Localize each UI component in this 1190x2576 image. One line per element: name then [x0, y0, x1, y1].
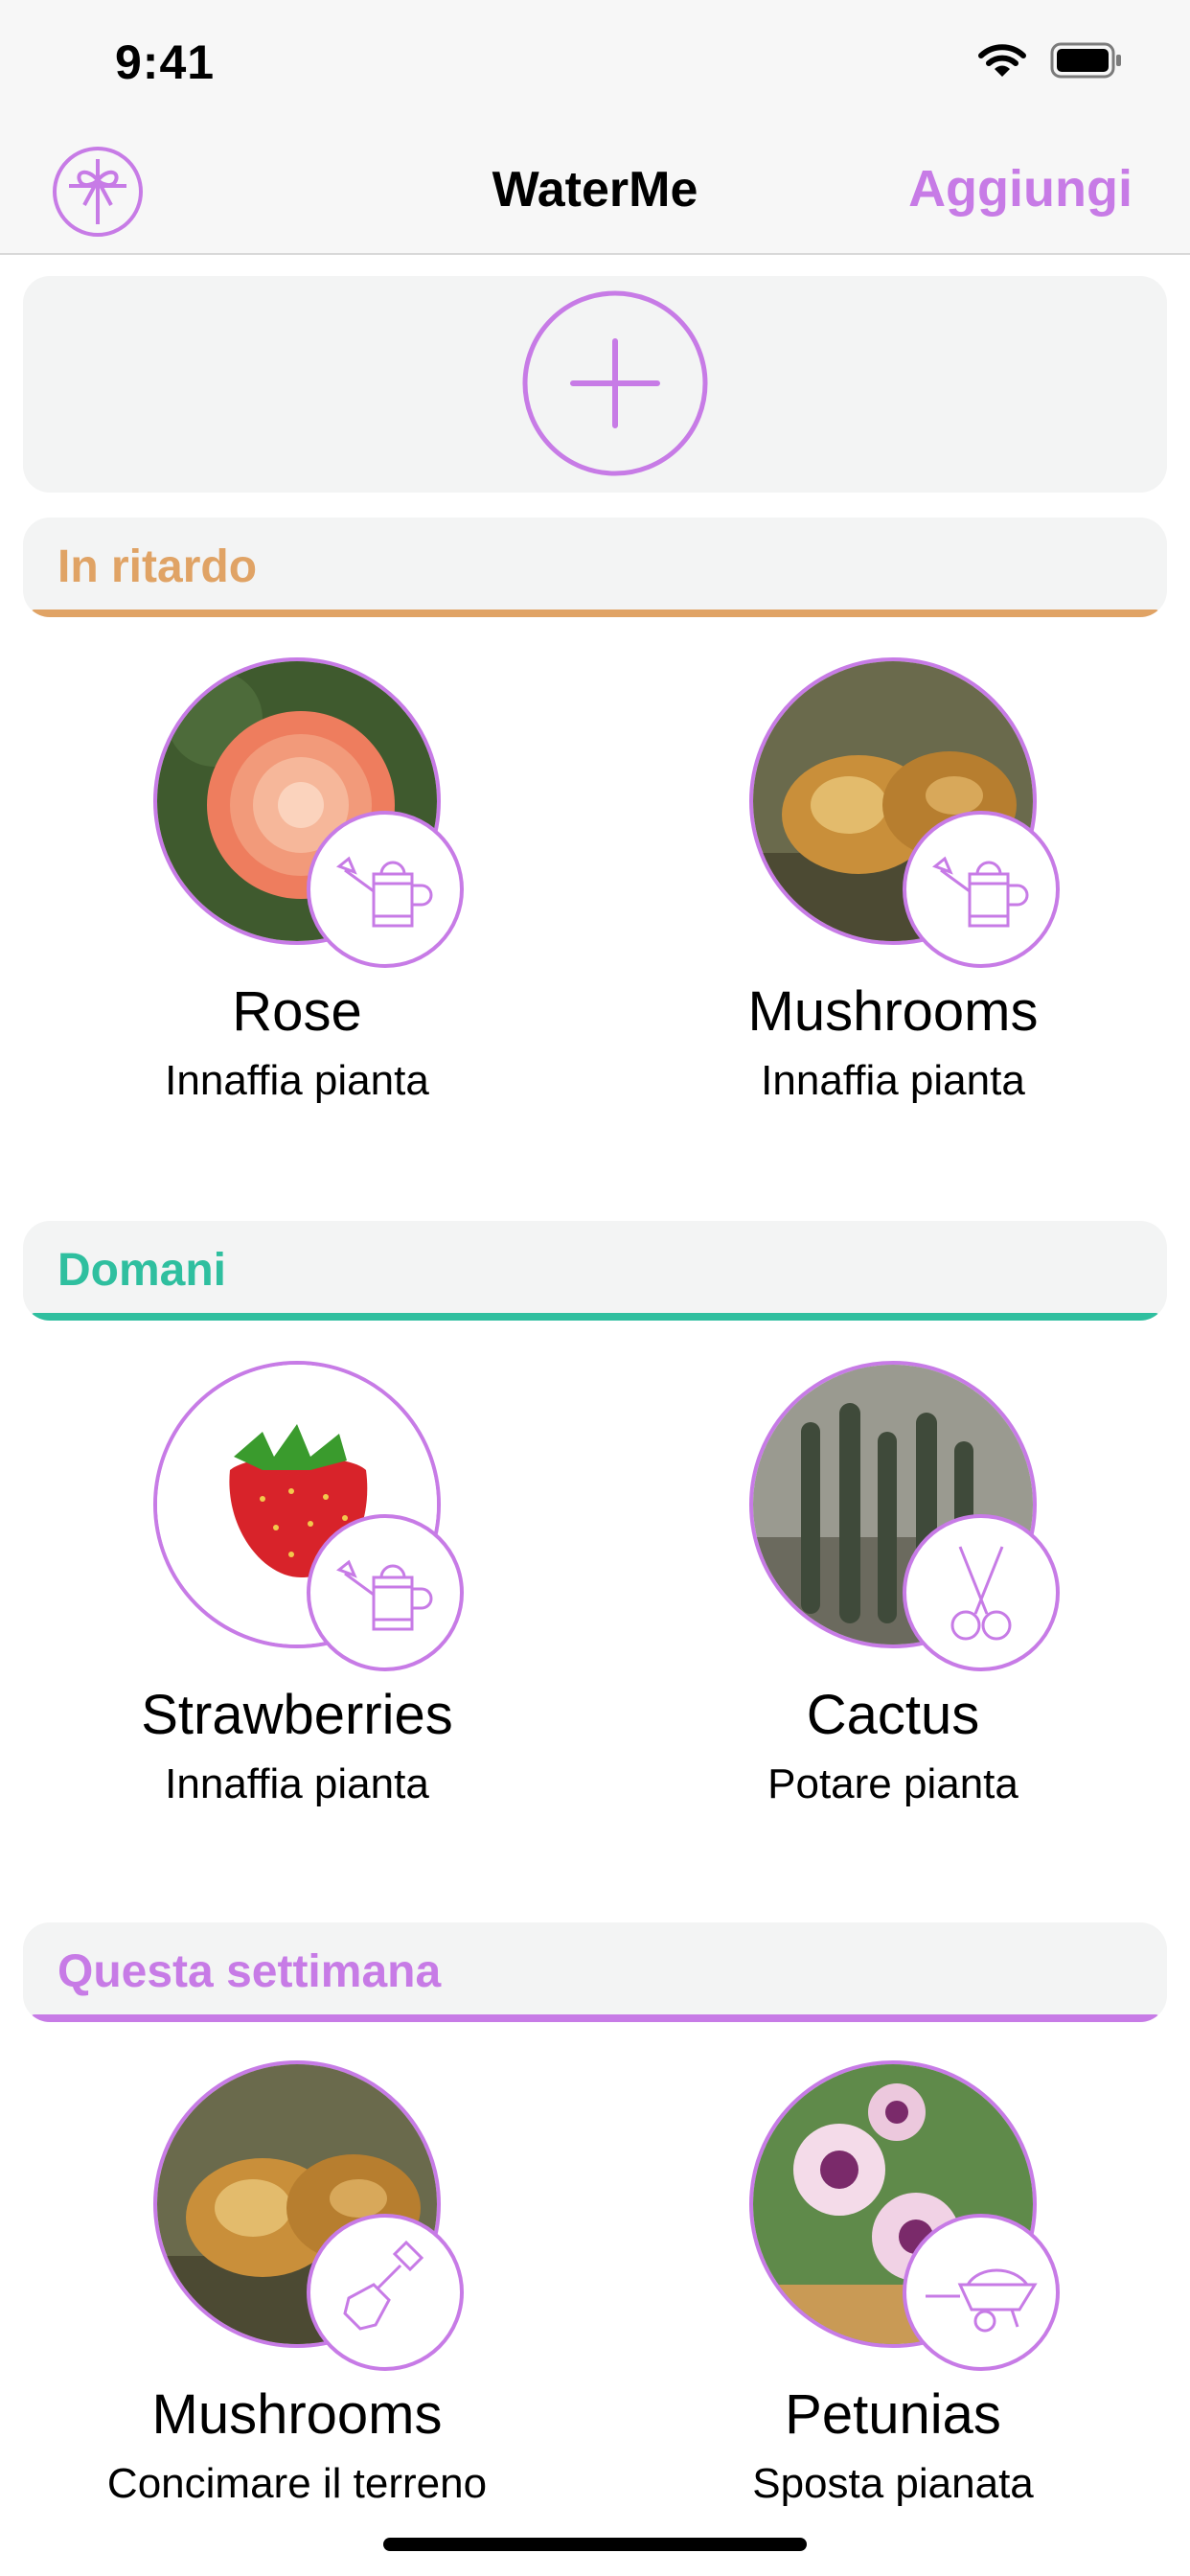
plant-name: Mushrooms	[151, 2383, 443, 2446]
plant-tile-rose[interactable]: Rose Innaffia pianta	[0, 657, 594, 1106]
section-header-this-week: Questa settimana	[23, 1922, 1167, 2022]
section-divider	[31, 2014, 1159, 2022]
plant-tile-mushrooms[interactable]: Mushrooms Innaffia pianta	[596, 657, 1190, 1106]
watering-can-icon	[307, 1514, 464, 1671]
section-header-late: In ritardo	[23, 518, 1167, 617]
plus-circle-icon	[522, 290, 708, 476]
plant-action: Innaffia pianta	[165, 1057, 429, 1104]
wheelbarrow-icon	[903, 2214, 1060, 2371]
wifi-icon	[978, 44, 1026, 77]
plant-name: Mushrooms	[747, 980, 1039, 1043]
navigation-bar: 9:41 WaterMe Aggiungi	[0, 0, 1190, 255]
plant-name: Cactus	[806, 1684, 980, 1746]
home-indicator[interactable]	[383, 2538, 807, 2551]
section-title: Questa settimana	[57, 1946, 442, 1997]
status-icons	[977, 42, 1123, 79]
plant-action: Potare pianta	[767, 1760, 1018, 1807]
shovel-icon	[307, 2214, 464, 2371]
plant-action: Sposta pianata	[752, 2460, 1034, 2507]
watering-can-icon	[903, 811, 1060, 968]
plant-name: Petunias	[785, 2383, 1001, 2446]
watering-can-icon	[307, 811, 464, 968]
section-header-tomorrow: Domani	[23, 1221, 1167, 1321]
battery-icon	[1050, 42, 1121, 79]
scissors-icon	[903, 1514, 1060, 1671]
plant-action: Innaffia pianta	[761, 1057, 1025, 1104]
plant-tile-petunias[interactable]: Petunias Sposta pianata	[596, 2060, 1190, 2509]
section-divider	[31, 610, 1159, 617]
plant-name: Rose	[232, 980, 362, 1043]
plant-action: Concimare il terreno	[106, 2460, 488, 2507]
plant-tile-mushrooms-week[interactable]: Mushrooms Concimare il terreno	[0, 2060, 594, 2509]
plant-name: Strawberries	[141, 1684, 453, 1746]
section-divider	[31, 1313, 1159, 1321]
status-time: 9:41	[115, 35, 216, 89]
add-plant-button[interactable]	[521, 289, 709, 477]
section-title: In ritardo	[57, 541, 258, 592]
section-title: Domani	[57, 1245, 227, 1296]
plant-action: Innaffia pianta	[165, 1760, 429, 1807]
add-button[interactable]: Aggiungi	[908, 159, 1133, 218]
plant-tile-strawberries[interactable]: Strawberries Innaffia pianta	[0, 1361, 594, 1809]
plant-tile-cactus[interactable]: Cactus Potare pianta	[596, 1361, 1190, 1809]
add-plant-card	[23, 276, 1167, 493]
